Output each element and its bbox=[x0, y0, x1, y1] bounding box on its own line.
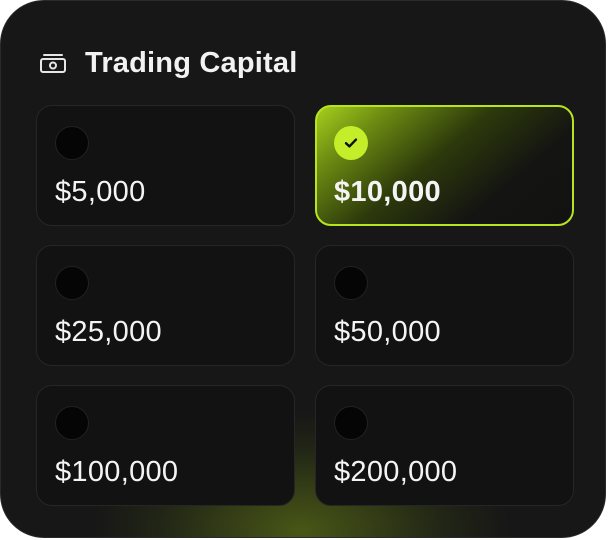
radio-unchecked-icon[interactable] bbox=[55, 406, 89, 440]
capital-option-50000[interactable]: $50,000 bbox=[315, 245, 574, 366]
card-header: Trading Capital bbox=[39, 45, 297, 81]
radio-unchecked-icon[interactable] bbox=[55, 266, 89, 300]
capital-option-label: $10,000 bbox=[334, 176, 441, 208]
checkmark-icon[interactable] bbox=[334, 126, 368, 160]
trading-capital-card: Trading Capital $5,000 $10,000 $25,000 $… bbox=[0, 0, 606, 538]
card-title: Trading Capital bbox=[85, 46, 298, 79]
radio-unchecked-icon[interactable] bbox=[55, 126, 89, 160]
capital-option-5000[interactable]: $5,000 bbox=[36, 105, 295, 226]
radio-unchecked-icon[interactable] bbox=[334, 266, 368, 300]
cash-icon bbox=[39, 52, 67, 74]
capital-option-label: $100,000 bbox=[55, 456, 179, 488]
capital-option-label: $50,000 bbox=[334, 316, 441, 348]
capital-option-10000[interactable]: $10,000 bbox=[315, 105, 574, 226]
capital-option-25000[interactable]: $25,000 bbox=[36, 245, 295, 366]
radio-unchecked-icon[interactable] bbox=[334, 406, 368, 440]
capital-option-label: $25,000 bbox=[55, 316, 162, 348]
capital-option-label: $200,000 bbox=[334, 456, 458, 488]
capital-option-100000[interactable]: $100,000 bbox=[36, 385, 295, 506]
capital-option-200000[interactable]: $200,000 bbox=[315, 385, 574, 506]
capital-options-grid: $5,000 $10,000 $25,000 $50,000 $100,000 … bbox=[36, 105, 574, 506]
capital-option-label: $5,000 bbox=[55, 176, 146, 208]
